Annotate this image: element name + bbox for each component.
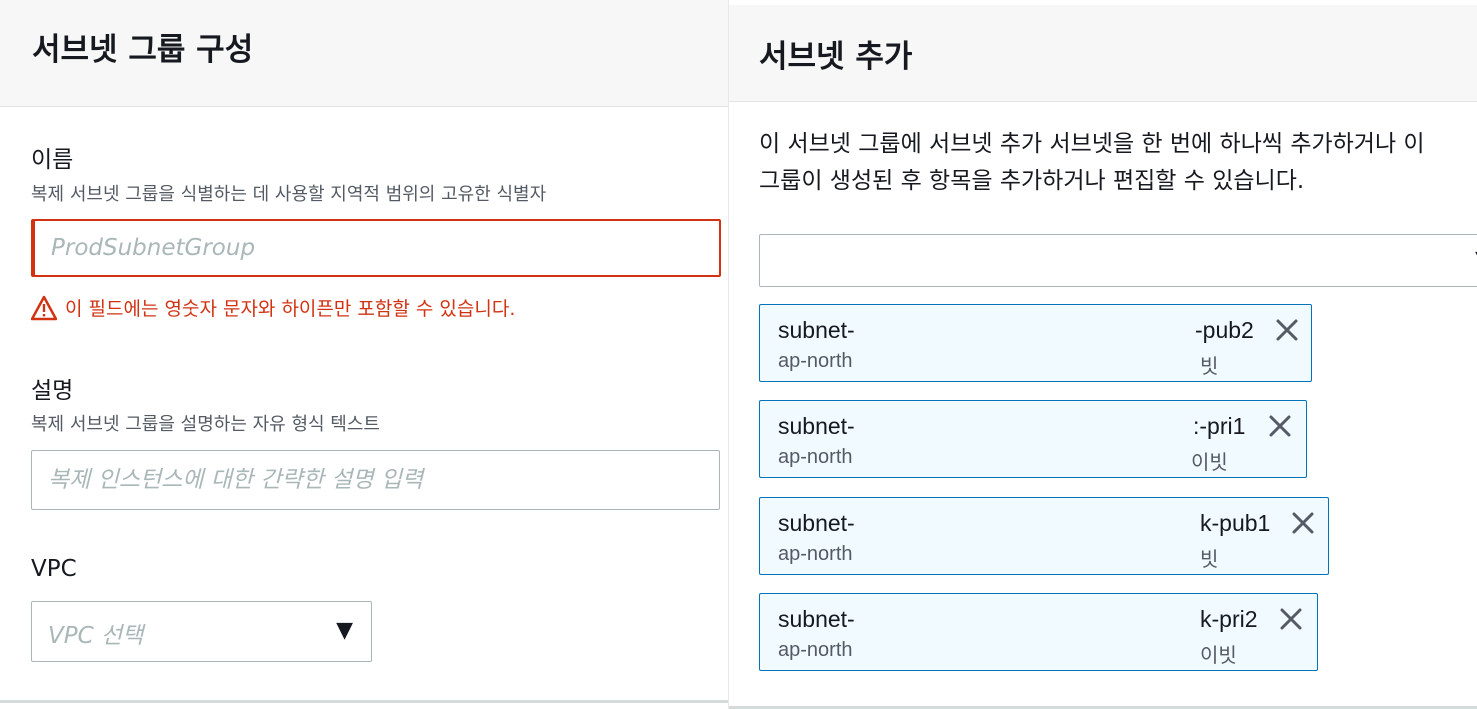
subnet-name-suffix: k-pub1 bbox=[1200, 510, 1271, 536]
panel-title: 서브넷 그룹 구성 bbox=[32, 32, 254, 68]
name-error: 이 필드에는 영숫자 문자와 하이픈만 포함할 수 있습니다. bbox=[31, 294, 515, 321]
subnet-name-suffix: -pub2 bbox=[1195, 317, 1254, 343]
subnet-id: subnet- bbox=[778, 510, 855, 536]
subnet-name-suffix: :-pri1 bbox=[1193, 413, 1246, 439]
subnet-id: subnet- bbox=[778, 413, 855, 439]
add-subnets-panel: 서브넷 추가 이 서브넷 그룹에 서브넷 추가 서브넷을 한 번에 하나씩 추가… bbox=[728, 0, 1477, 709]
redacted-area bbox=[856, 311, 1196, 375]
error-message: 이 필드에는 영숫자 문자와 하이픈만 포함할 수 있습니다. bbox=[65, 298, 516, 320]
redacted-area bbox=[856, 504, 1196, 568]
description-input[interactable] bbox=[31, 450, 720, 510]
subnet-name-suffix: k-pri2 bbox=[1200, 606, 1258, 632]
name-input[interactable] bbox=[31, 219, 721, 277]
name-label: 이름 bbox=[31, 147, 74, 173]
subnet-az: ap-north bbox=[778, 543, 853, 565]
subnet-type-suffix: 빗 bbox=[1200, 547, 1219, 571]
subnet-id: subnet- bbox=[778, 606, 855, 632]
subnet-az: ap-north bbox=[778, 350, 853, 372]
subnet-type-suffix: 이빗 bbox=[1191, 450, 1228, 474]
vpc-select-placeholder: VPC 선택 bbox=[48, 623, 144, 649]
subnet-help-text: 이 서브넷 그룹에 서브넷 추가 서브넷을 한 번에 하나씩 추가하거나 이 그… bbox=[759, 126, 1477, 200]
divider bbox=[0, 700, 728, 703]
subnet-type-suffix: 이빗 bbox=[1200, 643, 1237, 667]
caret-down-icon: ▼ bbox=[336, 618, 353, 643]
subnet-type-suffix: 빗 bbox=[1200, 354, 1219, 378]
warning-icon bbox=[31, 295, 57, 320]
subnet-token: subnet- ap-north k-pub1 빗 bbox=[759, 497, 1329, 575]
help-line-2: 그룹이 생성된 후 항목을 추가하거나 편집할 수 있습니다. bbox=[759, 168, 1305, 194]
close-icon[interactable] bbox=[1272, 315, 1302, 345]
subnet-az: ap-north bbox=[778, 446, 853, 468]
subnet-az: ap-north bbox=[778, 639, 853, 661]
name-description: 복제 서브넷 그룹을 식별하는 데 사용할 지역적 범위의 고유한 식별자 bbox=[31, 184, 547, 205]
close-icon[interactable] bbox=[1288, 508, 1318, 538]
panel-header: 서브넷 추가 bbox=[729, 5, 1477, 102]
vpc-label: VPC bbox=[31, 556, 77, 582]
redacted-area bbox=[856, 407, 1186, 471]
description-help: 복제 서브넷 그룹을 설명하는 자유 형식 텍스트 bbox=[31, 414, 380, 435]
subnet-group-config-panel: 서브넷 그룹 구성 이름 복제 서브넷 그룹을 식별하는 데 사용할 지역적 범… bbox=[0, 0, 728, 709]
vpc-select[interactable]: VPC 선택 ▼ bbox=[31, 601, 372, 662]
description-label: 설명 bbox=[31, 378, 74, 404]
subnet-select[interactable]: ▼ bbox=[759, 234, 1477, 287]
subnet-id: subnet- bbox=[778, 317, 855, 343]
subnet-token: subnet- ap-north -pub2 빗 bbox=[759, 304, 1312, 382]
panel-header: 서브넷 그룹 구성 bbox=[0, 0, 728, 107]
subnet-token: subnet- ap-north k-pri2 이빗 bbox=[759, 593, 1318, 671]
subnet-token: subnet- ap-north :-pri1 이빗 bbox=[759, 400, 1307, 478]
help-line-1: 이 서브넷 그룹에 서브넷 추가 서브넷을 한 번에 하나씩 추가하거나 이 bbox=[759, 131, 1425, 157]
panel-title: 서브넷 추가 bbox=[759, 39, 913, 75]
redacted-area bbox=[856, 600, 1196, 664]
close-icon[interactable] bbox=[1265, 411, 1295, 441]
close-icon[interactable] bbox=[1276, 604, 1306, 634]
